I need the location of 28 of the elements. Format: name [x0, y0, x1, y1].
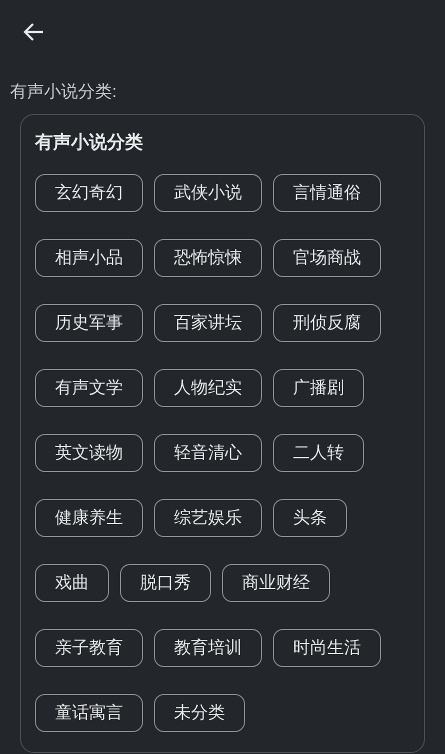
card-title: 有声小说分类: [35, 131, 144, 154]
category-chip[interactable]: 未分类: [154, 694, 245, 732]
category-chip[interactable]: 脱口秀: [120, 564, 211, 602]
category-chip[interactable]: 相声小品: [35, 239, 143, 277]
category-chip[interactable]: 健康养生: [35, 499, 143, 537]
category-chip[interactable]: 综艺娱乐: [154, 499, 262, 537]
category-chip[interactable]: 头条: [273, 499, 347, 537]
category-chip[interactable]: 戏曲: [35, 564, 109, 602]
category-chip[interactable]: 人物纪实: [154, 369, 262, 407]
category-chip[interactable]: 轻音清心: [154, 434, 262, 472]
category-chip[interactable]: 武侠小说: [154, 174, 262, 212]
category-chip[interactable]: 英文读物: [35, 434, 143, 472]
category-chip[interactable]: 教育培训: [154, 629, 262, 667]
category-chip[interactable]: 有声文学: [35, 369, 143, 407]
category-chip[interactable]: 百家讲坛: [154, 304, 262, 342]
category-chip[interactable]: 言情通俗: [273, 174, 381, 212]
category-chip[interactable]: 亲子教育: [35, 629, 143, 667]
category-chip[interactable]: 商业财经: [222, 564, 330, 602]
category-chip[interactable]: 时尚生活: [273, 629, 381, 667]
category-chip[interactable]: 刑侦反腐: [273, 304, 381, 342]
category-chip[interactable]: 广播剧: [273, 369, 364, 407]
section-label: 有声小说分类:: [10, 82, 117, 101]
category-chip[interactable]: 童话寓言: [35, 694, 143, 732]
category-chip[interactable]: 恐怖惊悚: [154, 239, 262, 277]
category-chip[interactable]: 二人转: [273, 434, 364, 472]
category-chip[interactable]: 历史军事: [35, 304, 143, 342]
category-chip[interactable]: 官场商战: [273, 239, 381, 277]
category-chip[interactable]: 玄幻奇幻: [35, 174, 143, 212]
